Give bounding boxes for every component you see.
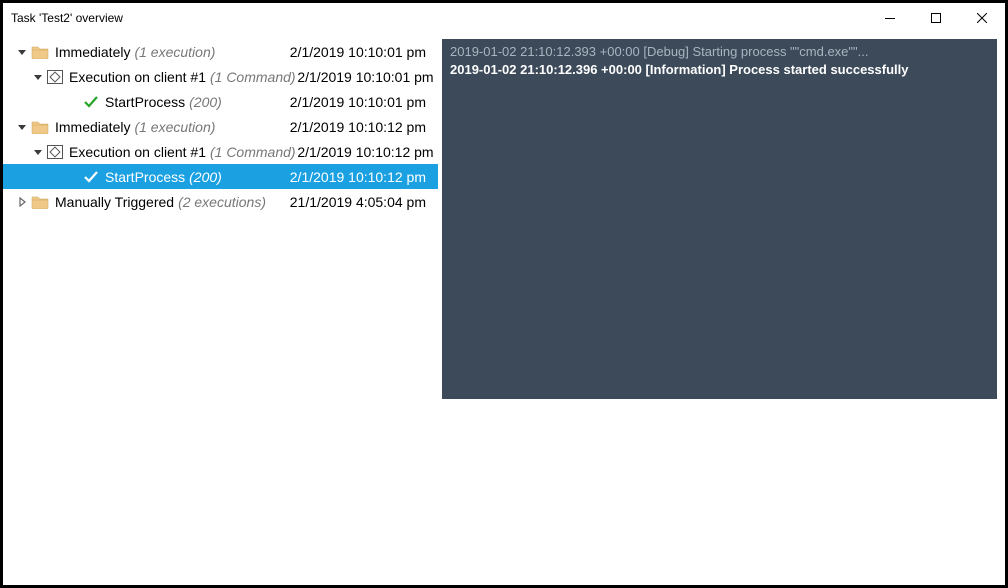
tree-row[interactable]: Manually Triggered(2 executions) 21/1/201… (3, 189, 438, 214)
tree-row-extra: (1 Command) (210, 144, 296, 160)
tree-row-timestamp: 21/1/2019 4:05:04 pm (288, 194, 438, 210)
tree-row-label: Execution on client #1 (69, 69, 206, 85)
tree-row[interactable]: Immediately(1 execution) 2/1/2019 10:10:1… (3, 114, 438, 139)
tree-row-extra: (1 execution) (134, 119, 215, 135)
collapse-arrow-icon[interactable] (15, 120, 29, 134)
folder-icon (31, 45, 49, 59)
minimize-button[interactable] (867, 3, 913, 33)
collapse-arrow-icon[interactable] (31, 145, 45, 159)
close-button[interactable] (959, 3, 1005, 33)
tree-row-label: Immediately (55, 119, 130, 135)
collapse-arrow-icon[interactable] (15, 45, 29, 59)
success-check-icon (83, 95, 99, 109)
tree-row[interactable]: Immediately(1 execution) 2/1/2019 10:10:0… (3, 39, 438, 64)
tree-row-extra: (200) (189, 94, 222, 110)
tree-row[interactable]: Execution on client #1(1 Command)2/1/201… (3, 139, 438, 164)
tree-row-timestamp: 2/1/2019 10:10:01 pm (296, 69, 438, 85)
tree-row-extra: (2 executions) (178, 194, 266, 210)
tree-row-extra: (200) (189, 169, 222, 185)
tree-row-timestamp: 2/1/2019 10:10:01 pm (288, 44, 438, 60)
execution-tree[interactable]: Immediately(1 execution)2/1/2019 10:10:0… (3, 33, 438, 214)
execution-icon (47, 70, 63, 84)
collapse-arrow-icon[interactable] (31, 70, 45, 84)
folder-icon (31, 195, 49, 209)
log-line: 2019-01-02 21:10:12.396 +00:00 [Informat… (450, 61, 989, 79)
tree-row-timestamp: 2/1/2019 10:10:12 pm (296, 144, 438, 160)
tree-row-label: Immediately (55, 44, 130, 60)
tree-row[interactable]: StartProcess(200) 2/1/2019 10:10:01 pm (3, 89, 438, 114)
tree-row-label: StartProcess (105, 169, 185, 185)
window-title: Task 'Test2' overview (11, 11, 867, 25)
tree-row[interactable]: Execution on client #1(1 Command)2/1/201… (3, 64, 438, 89)
tree-row-extra: (1 Command) (210, 69, 296, 85)
tree-row-label: Manually Triggered (55, 194, 174, 210)
log-panel: 2019-01-02 21:10:12.393 +00:00 [Debug] S… (442, 39, 997, 399)
expand-arrow-icon[interactable] (15, 195, 29, 209)
success-check-icon (83, 170, 99, 184)
maximize-button[interactable] (913, 3, 959, 33)
tree-row-label: Execution on client #1 (69, 144, 206, 160)
log-line: 2019-01-02 21:10:12.393 +00:00 [Debug] S… (450, 43, 989, 61)
tree-row-timestamp: 2/1/2019 10:10:12 pm (288, 119, 438, 135)
tree-row[interactable]: StartProcess(200) 2/1/2019 10:10:12 pm (3, 164, 438, 189)
execution-icon (47, 145, 63, 159)
folder-icon (31, 120, 49, 134)
tree-row-extra: (1 execution) (134, 44, 215, 60)
tree-row-timestamp: 2/1/2019 10:10:01 pm (288, 94, 438, 110)
titlebar: Task 'Test2' overview (3, 3, 1005, 33)
tree-row-timestamp: 2/1/2019 10:10:12 pm (288, 169, 438, 185)
tree-row-label: StartProcess (105, 94, 185, 110)
